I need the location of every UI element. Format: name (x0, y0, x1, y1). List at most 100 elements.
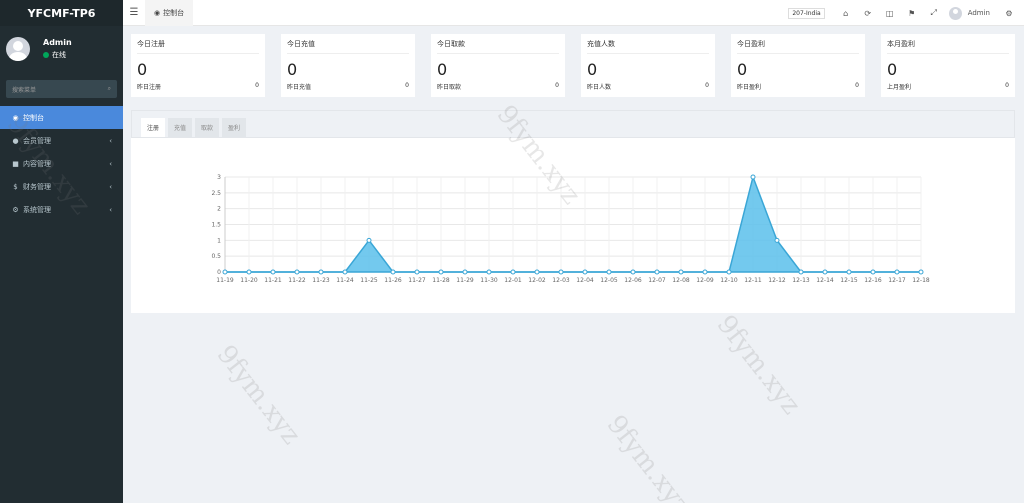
y-tick-label: 1.5 (211, 222, 221, 229)
data-point (510, 269, 516, 275)
data-point (558, 269, 564, 275)
card-foot-label: 昨日取款 (437, 84, 462, 91)
stat-card-recharge-users: 充值人数 0 昨日人数 0 (581, 34, 715, 97)
user-status: 在线 (43, 50, 72, 60)
data-point (606, 269, 612, 275)
online-status-icon (43, 52, 49, 58)
card-foot-label: 昨日充值 (287, 84, 312, 91)
x-tick-label: 11-20 (240, 277, 258, 284)
chevron-left-icon: ‹ (109, 159, 112, 168)
chart-tabs: 注册 充值 取款 盈利 (131, 110, 1015, 138)
tab-dashboard[interactable]: ◉ 控制台 (145, 0, 194, 26)
chevron-left-icon: ‹ (109, 136, 112, 145)
x-tick-label: 11-29 (456, 277, 474, 284)
tab-label: 控制台 (163, 8, 185, 17)
file-icon: ■ (12, 159, 19, 168)
sidebar-item-label: 会员管理 (23, 136, 51, 145)
data-point (750, 174, 756, 180)
x-tick-label: 12-15 (840, 277, 858, 284)
x-tick-label: 12-17 (888, 277, 906, 284)
tab-profit[interactable]: 盈利 (222, 118, 247, 137)
y-tick-label: 3 (217, 174, 221, 181)
status-label: 在线 (52, 51, 66, 59)
card-foot-label: 昨日注册 (137, 84, 162, 91)
language-button[interactable]: 207-India (788, 7, 825, 19)
data-point (462, 269, 468, 275)
settings-icon[interactable]: ⚙ (998, 9, 1020, 18)
user-panel: Admin 在线 (0, 30, 123, 68)
header-user-menu[interactable]: Admin (948, 6, 990, 20)
x-tick-label: 12-02 (528, 277, 546, 284)
refresh-icon[interactable]: ⟳ (857, 9, 879, 18)
sidebar-item-label: 内容管理 (23, 159, 51, 168)
watermark: 9fym.xyz (210, 339, 307, 451)
card-foot-value: 0 (255, 82, 259, 89)
chart-panel: 注册 充值 取款 盈利 0 0.5 1 1.5 2 2.5 3 11-19 11-20 11-21… (131, 110, 1015, 313)
data-point (822, 269, 828, 275)
chevron-left-icon: ‹ (109, 205, 112, 214)
card-value: 0 (437, 60, 448, 79)
data-point (630, 269, 636, 275)
data-point (582, 269, 588, 275)
stats-row: 今日注册 0 昨日注册 0 今日充值 0 昨日充值 0 今日取款 0 昨日取款 0 充… (131, 34, 1015, 97)
watermark: 9fym.xyz (710, 309, 807, 421)
x-tick-label: 12-03 (552, 277, 570, 284)
stat-card-today-recharge: 今日充值 0 昨日充值 0 (281, 34, 415, 97)
tab-withdraw[interactable]: 取款 (195, 118, 220, 137)
menu-search-input[interactable]: 搜索菜单 ⌕ (6, 80, 117, 98)
card-title: 本月盈利 (887, 39, 1009, 54)
sidebar-item-content[interactable]: ■ 内容管理 ‹ (0, 152, 123, 175)
fullscreen-icon[interactable]: ⤢ (923, 8, 945, 18)
home-icon[interactable]: ⌂ (835, 9, 857, 18)
x-tick-label: 12-12 (768, 277, 786, 284)
top-header: ☰ ◉ 控制台 207-India ⌂ ⟳ ◫ ⚑ ⤢ Admin ⚙ (123, 0, 1024, 26)
x-tick-label: 11-19 (216, 277, 234, 284)
sidebar-item-dashboard[interactable]: ◉ 控制台 (0, 106, 123, 129)
sidebar-item-members[interactable]: ● 会员管理 ‹ (0, 129, 123, 152)
flag-icon[interactable]: ⚑ (901, 9, 923, 18)
data-point (222, 269, 228, 275)
sidebar-item-system[interactable]: ⚙ 系统管理 ‹ (0, 198, 123, 221)
avatar (6, 37, 30, 61)
x-tick-label: 12-05 (600, 277, 618, 284)
area-chart: 0 0.5 1 1.5 2 2.5 3 11-19 11-20 11-21 11-22 11-23 11… (211, 174, 930, 284)
search-icon[interactable]: ⌕ (108, 85, 111, 93)
data-point (342, 269, 348, 275)
y-tick-label: 1 (217, 237, 221, 244)
watermark: 9fym.xyz (600, 409, 697, 503)
tab-recharge[interactable]: 充值 (168, 118, 193, 137)
y-tick-label: 2 (217, 206, 221, 213)
x-tick-label: 12-08 (672, 277, 690, 284)
data-point (414, 269, 420, 275)
search-placeholder: 搜索菜单 (12, 86, 37, 94)
chevron-left-icon: ‹ (109, 182, 112, 191)
x-tick-label: 12-10 (720, 277, 738, 284)
card-foot-label: 昨日人数 (587, 84, 612, 91)
dollar-icon: $ (13, 182, 18, 191)
trash-icon[interactable]: ◫ (879, 9, 901, 18)
data-point (678, 269, 684, 275)
x-tick-label: 11-23 (312, 277, 330, 284)
data-point (534, 269, 540, 275)
sidebar-item-finance[interactable]: $ 财务管理 ‹ (0, 175, 123, 198)
x-tick-label: 12-04 (576, 277, 594, 284)
y-tick-label: 0 (217, 269, 221, 276)
app-logo[interactable]: YFCMF-TP6 (0, 0, 123, 26)
menu-toggle-icon[interactable]: ☰ (123, 7, 145, 18)
x-tick-label: 12-18 (912, 277, 930, 284)
gears-icon: ⚙ (12, 205, 19, 214)
data-point (798, 269, 804, 275)
tab-register[interactable]: 注册 (141, 118, 166, 137)
x-tick-label: 11-27 (408, 277, 426, 284)
card-foot-value: 0 (855, 82, 859, 89)
card-foot-value: 0 (405, 82, 409, 89)
x-tick-label: 11-22 (288, 277, 306, 284)
data-point (894, 269, 900, 275)
card-foot-value: 0 (555, 82, 559, 89)
data-point (318, 269, 324, 275)
sidebar-item-label: 系统管理 (23, 205, 51, 214)
card-value: 0 (287, 60, 298, 79)
card-foot-label: 昨日盈利 (737, 84, 762, 91)
x-tick-label: 12-09 (696, 277, 714, 284)
card-title: 今日盈利 (737, 39, 859, 54)
